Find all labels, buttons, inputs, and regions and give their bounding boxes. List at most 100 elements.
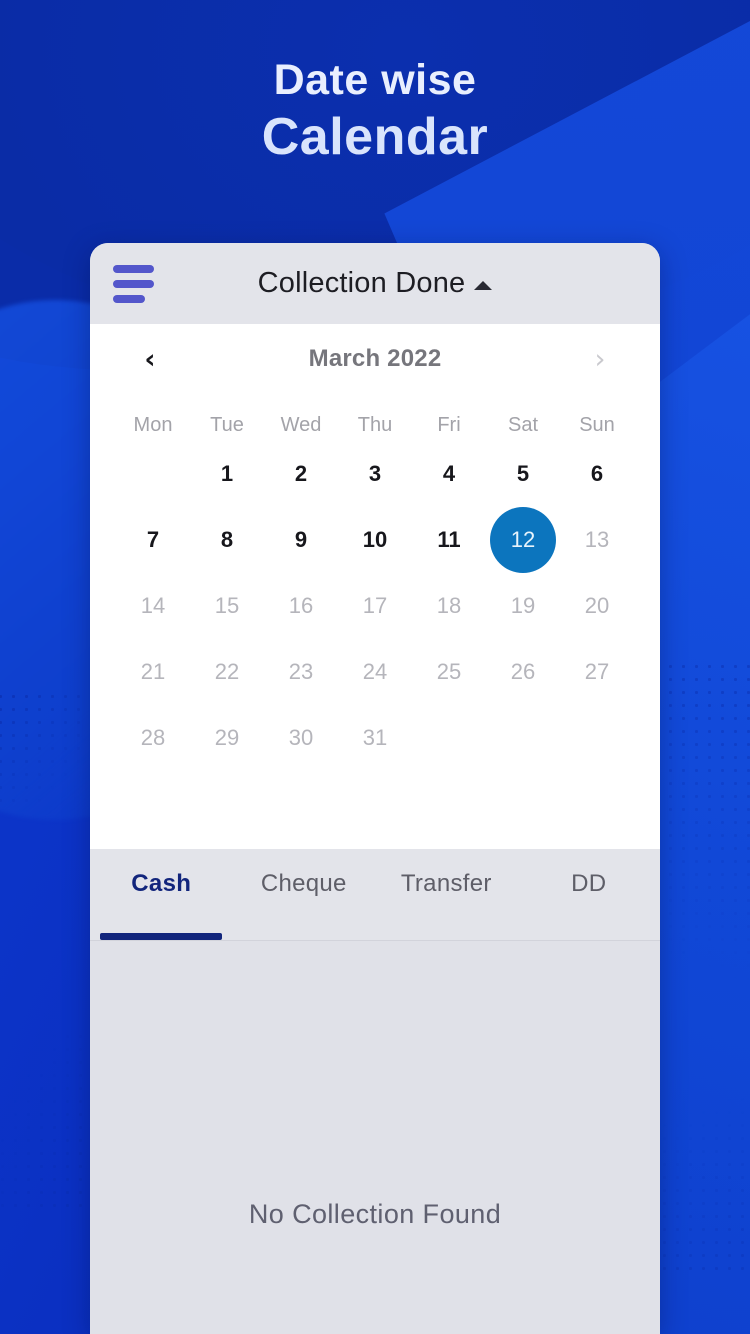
calendar-month-label: March 2022 (308, 345, 442, 372)
calendar-day-cell[interactable]: 19 (486, 573, 560, 639)
calendar-day-cell[interactable]: 1 (190, 441, 264, 507)
weekday-label: Sat (507, 414, 539, 436)
calendar-day[interactable]: 8 (194, 507, 260, 573)
calendar-day[interactable]: 1 (194, 441, 260, 507)
calendar-day-cell[interactable]: 7 (116, 507, 190, 573)
calendar-day-cell[interactable]: 31 (338, 705, 412, 771)
calendar-day[interactable]: 25 (416, 639, 482, 705)
calendar-day-cell[interactable]: 3 (338, 441, 412, 507)
calendar-day[interactable]: 28 (120, 705, 186, 771)
calendar-day[interactable]: 10 (342, 507, 408, 573)
tab-dd[interactable]: DD (518, 849, 661, 940)
weekday-label: Thu (357, 414, 393, 436)
calendar-day-cell[interactable]: 5 (486, 441, 560, 507)
calendar-day-cell[interactable]: 25 (412, 639, 486, 705)
tab-transfer[interactable]: Transfer (375, 849, 518, 940)
calendar-day-selected[interactable]: 12 (490, 507, 556, 573)
calendar-day-cell[interactable]: 20 (560, 573, 634, 639)
prev-month-icon[interactable]: ‹ (130, 346, 170, 373)
calendar-day[interactable]: 22 (194, 639, 260, 705)
calendar-day[interactable]: 3 (342, 441, 408, 507)
calendar-day-grid: 1 2 3 4 5 6 7 8 9 10 11 12 13 14 15 16 17 18 19 20 21 22 23 24 2… (116, 441, 634, 771)
calendar-day[interactable]: 23 (268, 639, 334, 705)
tab-label: Transfer (400, 869, 492, 897)
calendar-day[interactable]: 20 (564, 573, 630, 639)
tab-label: Cash (131, 869, 192, 897)
calendar-day-cell[interactable]: 21 (116, 639, 190, 705)
calendar-day-cell[interactable]: 6 (560, 441, 634, 507)
payment-mode-tabs: Cash Cheque Transfer DD (90, 849, 660, 941)
dot-pattern-right-2-icon (645, 1080, 750, 1280)
calendar-panel: ‹ March 2022 › Mon Tue Wed Thu Fri Sat S… (90, 324, 660, 849)
calendar-day[interactable]: 15 (194, 573, 260, 639)
dot-pattern-left-icon (0, 690, 104, 810)
calendar-day-cell[interactable]: 8 (190, 507, 264, 573)
collection-list-area: No Collection Found (90, 941, 660, 1334)
calendar-day-cell[interactable]: 15 (190, 573, 264, 639)
calendar-day[interactable]: 11 (416, 507, 482, 573)
weekday-label: Fri (437, 414, 461, 436)
calendar-day-cell[interactable]: 14 (116, 573, 190, 639)
calendar-day[interactable]: 26 (490, 639, 556, 705)
hamburger-bar-2 (113, 279, 154, 288)
calendar-day[interactable]: 24 (342, 639, 408, 705)
calendar-day[interactable]: 27 (564, 639, 630, 705)
calendar-day-cell[interactable]: 29 (190, 705, 264, 771)
app-bar-title-group[interactable]: Collection Done (90, 267, 660, 300)
calendar-day[interactable]: 21 (120, 639, 186, 705)
calendar-nav: ‹ March 2022 › (116, 324, 634, 386)
calendar-day-cell[interactable]: 24 (338, 639, 412, 705)
tab-label: Cheque (260, 869, 347, 897)
calendar-day-cell[interactable]: 12 (486, 507, 560, 573)
calendar-day-cell[interactable]: 9 (264, 507, 338, 573)
calendar-day[interactable]: 5 (490, 441, 556, 507)
calendar-day-cell[interactable]: 10 (338, 507, 412, 573)
calendar-day-cell[interactable]: 30 (264, 705, 338, 771)
calendar-day-cell[interactable]: 27 (560, 639, 634, 705)
calendar-day[interactable]: 6 (564, 441, 630, 507)
calendar-day[interactable]: 19 (490, 573, 556, 639)
calendar-day-cell[interactable]: 23 (264, 639, 338, 705)
calendar-day-cell[interactable]: 16 (264, 573, 338, 639)
tab-cash[interactable]: Cash (90, 849, 233, 940)
calendar-day[interactable]: 4 (416, 441, 482, 507)
calendar-day[interactable]: 9 (268, 507, 334, 573)
calendar-day-cell[interactable]: 11 (412, 507, 486, 573)
calendar-day-cell (412, 705, 486, 771)
calendar-day-cell (116, 441, 190, 507)
hamburger-bar-3 (113, 294, 145, 303)
calendar-day-cell[interactable]: 22 (190, 639, 264, 705)
app-screenshot-card: Collection Done ‹ March 2022 › Mon Tue W… (90, 243, 660, 1334)
calendar-day[interactable]: 2 (268, 441, 334, 507)
next-month-icon[interactable]: › (580, 346, 620, 373)
calendar-day[interactable]: 30 (268, 705, 334, 771)
calendar-day[interactable]: 17 (342, 573, 408, 639)
calendar-day-cell[interactable]: 2 (264, 441, 338, 507)
calendar-day-cell[interactable]: 13 (560, 507, 634, 573)
tab-cheque[interactable]: Cheque (233, 849, 376, 940)
calendar-day[interactable]: 31 (342, 705, 408, 771)
weekday-label: Tue (210, 414, 244, 436)
calendar-day-cell[interactable]: 4 (412, 441, 486, 507)
calendar-day[interactable]: 13 (564, 507, 630, 573)
calendar-day[interactable]: 18 (416, 573, 482, 639)
calendar-day-cell (560, 705, 634, 771)
weekday-label: Mon (133, 414, 173, 436)
calendar-day[interactable]: 7 (120, 507, 186, 573)
calendar-day-cell[interactable]: 28 (116, 705, 190, 771)
calendar-day-cell[interactable]: 26 (486, 639, 560, 705)
calendar-day-cell[interactable]: 17 (338, 573, 412, 639)
weekday-label: Sun (579, 414, 615, 436)
empty-state-message: No Collection Found (248, 1199, 502, 1229)
dot-pattern-left-2-icon (0, 1030, 92, 1210)
calendar-day[interactable]: 29 (194, 705, 260, 771)
calendar-day-empty (564, 705, 630, 771)
page-title: Collection Done (257, 267, 466, 299)
calendar-day-empty (416, 705, 482, 771)
hamburger-menu-icon[interactable] (109, 264, 157, 304)
calendar-day[interactable]: 16 (268, 573, 334, 639)
tab-label: DD (571, 869, 607, 897)
calendar-day[interactable]: 14 (120, 573, 186, 639)
calendar-day-cell[interactable]: 18 (412, 573, 486, 639)
caret-up-icon[interactable] (474, 281, 493, 290)
